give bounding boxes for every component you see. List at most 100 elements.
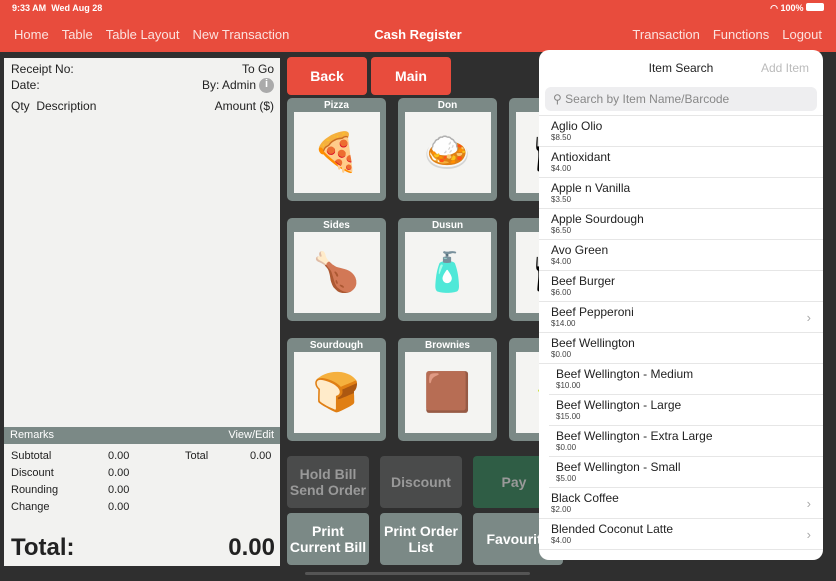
tile-label: Dusun (431, 220, 464, 231)
item-name: Apple Sourdough (551, 212, 644, 226)
item-name: Antioxidant (551, 150, 611, 164)
item-price: $15.00 (556, 412, 581, 421)
item-price: $8.50 (551, 133, 572, 142)
list-item[interactable]: Black Coffee $2.00 › (539, 488, 823, 519)
total-value-small: 0.00 (250, 450, 272, 462)
list-item[interactable]: Beef Burger $6.00 (539, 271, 823, 302)
change-label: Change (11, 501, 50, 513)
subtotal-label: Subtotal (11, 450, 52, 462)
date-label: Date: (11, 78, 40, 92)
receipt-panel: Receipt No: To Go Date: By: Admin i Qty Des… (4, 58, 280, 566)
item-price: $2.00 (551, 505, 572, 514)
list-item[interactable]: Avo Green $4.00 (539, 240, 823, 271)
chevron-right-icon: › (806, 310, 811, 325)
item-name: Apple n Vanilla (551, 181, 631, 195)
discount-value: 0.00 (108, 467, 130, 479)
product-tile[interactable]: Brownies 🟫 (398, 338, 497, 441)
rounding-label: Rounding (11, 484, 59, 496)
search-placeholder: Search by Item Name/Barcode (565, 92, 730, 106)
tile-label: Pizza (323, 100, 349, 111)
nav-functions[interactable]: Functions (713, 27, 769, 42)
back-button[interactable]: Back (287, 57, 367, 95)
tile-label: Don (437, 100, 458, 111)
tile-label: Brownies (424, 340, 470, 351)
tile-label: Sourdough (309, 340, 364, 351)
list-item[interactable]: Beef Wellington - Large $15.00 (549, 395, 823, 426)
product-tile[interactable]: Sides 🍗 (287, 218, 386, 321)
item-price: $4.00 (551, 164, 572, 173)
amount-header: Amount ($) (214, 99, 274, 113)
item-name: Aglio Olio (551, 119, 603, 133)
receipt-no-label: Receipt No: (11, 62, 74, 76)
bread-icon: 🍞 (293, 352, 380, 433)
list-item[interactable]: Antioxidant $4.00 (539, 147, 823, 178)
rounding-value: 0.00 (108, 484, 130, 496)
hold-bill-button[interactable]: Hold Bill Send Order (287, 456, 369, 508)
tile-label: Sides (323, 220, 350, 231)
search-icon: ⚲ (553, 92, 562, 106)
brownie-icon: 🟫 (404, 352, 491, 433)
chevron-right-icon: › (806, 527, 811, 542)
list-item[interactable]: Aglio Olio $8.50 (539, 116, 823, 147)
remarks-label: Remarks (10, 429, 55, 441)
description-header: Description (36, 99, 97, 113)
item-price: $14.00 (551, 319, 576, 328)
info-icon[interactable]: i (259, 78, 274, 94)
list-item[interactable]: Apple Sourdough $6.50 (539, 209, 823, 240)
total-label: Total: (11, 534, 75, 561)
product-tile[interactable]: Dusun 🧴 (398, 218, 497, 321)
nav-bar: Home Table Table Layout New Transaction Cas… (0, 17, 836, 52)
date: Wed Aug 28 (51, 3, 103, 13)
item-price: $4.00 (551, 536, 572, 545)
subtotal-value: 0.00 (108, 450, 130, 462)
battery-icon (806, 3, 824, 11)
item-price: $4.00 (551, 257, 572, 266)
search-input[interactable]: ⚲ Search by Item Name/Barcode (545, 87, 817, 111)
to-go-button[interactable]: To Go (242, 62, 274, 76)
item-name: Black Coffee (551, 491, 619, 505)
list-item[interactable]: Beef Wellington $0.00 (539, 333, 823, 364)
item-name: Beef Wellington (551, 336, 635, 350)
add-item-button[interactable]: Add Item (761, 61, 809, 75)
list-item[interactable]: Blended Coconut Latte $4.00 › (539, 519, 823, 550)
item-search-popover: Item Search Add Item ⚲ Search by Item Na… (539, 50, 823, 560)
change-value: 0.00 (108, 501, 130, 513)
item-name: Beef Wellington - Large (556, 398, 682, 412)
chicken-icon: 🍗 (293, 232, 380, 313)
item-price: $6.00 (551, 288, 572, 297)
battery-level: 100% (780, 3, 804, 13)
total-label-small: Total (185, 450, 209, 462)
product-tile[interactable]: Don 🍛 (398, 98, 497, 201)
total-value: 0.00 (228, 534, 275, 561)
list-item[interactable]: Beef Wellington - Extra Large $0.00 (549, 426, 823, 457)
item-price: $10.00 (556, 381, 581, 390)
discount-button[interactable]: Discount (380, 456, 462, 508)
scrollbar[interactable] (305, 572, 530, 575)
discount-label: Discount (11, 467, 54, 479)
product-tile[interactable]: Pizza 🍕 (287, 98, 386, 201)
view-edit-button[interactable]: View/Edit (228, 429, 274, 442)
bottle-icon: 🧴 (404, 232, 491, 313)
list-item[interactable]: Beef Wellington - Medium $10.00 (549, 364, 823, 395)
list-item[interactable]: Beef Pepperoni $14.00 › (539, 302, 823, 333)
print-order-list-button[interactable]: Print Order List (380, 513, 462, 565)
item-name: Avo Green (551, 243, 609, 257)
item-price: $6.50 (551, 226, 572, 235)
remarks-bar: Remarks View/Edit (4, 427, 280, 444)
qty-header: Qty (11, 99, 30, 113)
list-item[interactable]: Beef Wellington - Small $5.00 (549, 457, 823, 488)
item-name: Beef Wellington - Extra Large (556, 429, 713, 443)
main-button[interactable]: Main (371, 57, 451, 95)
item-price: $0.00 (551, 350, 572, 359)
wifi-icon: ◠ (770, 3, 778, 13)
item-name: Beef Burger (551, 274, 616, 288)
item-name: Beef Wellington - Medium (556, 367, 694, 381)
list-item[interactable]: Apple n Vanilla $3.50 (539, 178, 823, 209)
print-current-bill-button[interactable]: Print Current Bill (287, 513, 369, 565)
nav-transaction[interactable]: Transaction (632, 27, 699, 42)
item-price: $5.00 (556, 474, 577, 483)
product-tile[interactable]: Sourdough 🍞 (287, 338, 386, 441)
rice-bowl-icon: 🍛 (404, 112, 491, 193)
nav-logout[interactable]: Logout (782, 27, 822, 42)
pizza-icon: 🍕 (293, 112, 380, 193)
